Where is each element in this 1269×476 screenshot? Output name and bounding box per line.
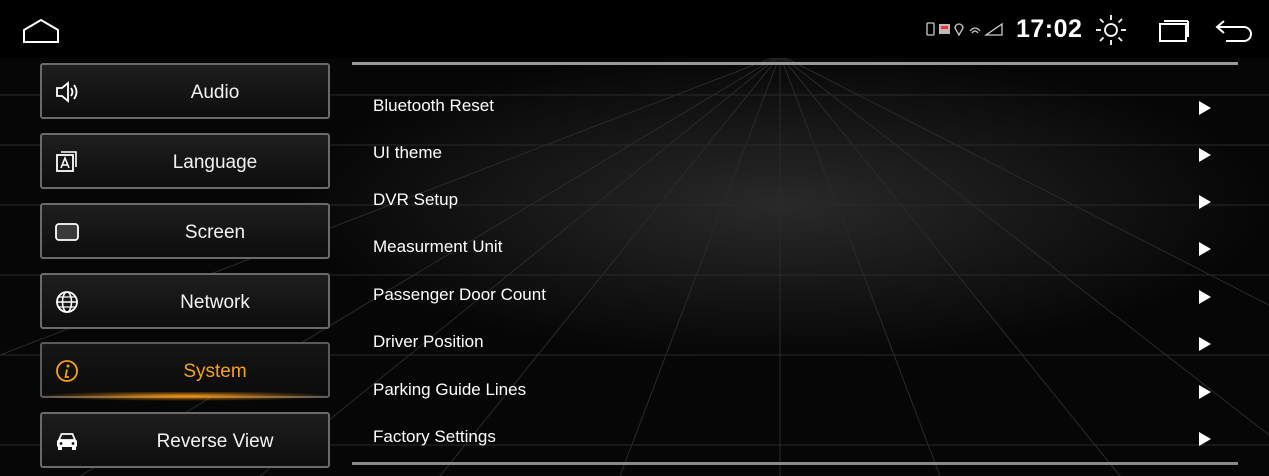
sidebar-item-audio[interactable]: Audio: [40, 63, 330, 119]
settings-item-ui-theme[interactable]: UI theme: [352, 133, 1238, 180]
signal-icon: [983, 22, 1003, 36]
arrow-right-icon: [1199, 385, 1211, 399]
recents-icon[interactable]: [1158, 19, 1190, 43]
sidebar-item-language[interactable]: Language: [40, 133, 330, 189]
location-icon: [954, 23, 964, 36]
wifi-icon: [969, 27, 981, 34]
arrow-right-icon: [1199, 337, 1211, 351]
arrow-right-icon: [1199, 242, 1211, 256]
arrow-right-icon: [1199, 290, 1211, 304]
arrow-right-icon: [1199, 148, 1211, 162]
sidebar-item-reverse-view[interactable]: Reverse View: [40, 412, 330, 468]
sidebar-item-label: Audio: [190, 82, 240, 103]
brightness-icon[interactable]: [1094, 13, 1128, 47]
back-icon[interactable]: [1214, 17, 1256, 43]
car-icon: [57, 433, 77, 450]
arrow-right-icon: [1199, 195, 1211, 209]
sidebar-item-label: Language: [172, 152, 258, 173]
active-indicator: [40, 392, 330, 402]
settings-item-label: Parking Guide Lines: [373, 380, 527, 399]
sidebar-item-label: Screen: [184, 222, 246, 243]
arrow-right-icon: [1199, 101, 1211, 115]
settings-item-driver-position[interactable]: Driver Position: [352, 322, 1238, 369]
settings-item-bluetooth-reset[interactable]: Bluetooth Reset: [352, 86, 1238, 133]
settings-item-label: Factory Settings: [373, 427, 496, 446]
globe-icon: [56, 291, 78, 313]
speaker-icon: [56, 81, 78, 103]
status-bar: 17:02: [0, 0, 1269, 58]
settings-item-label: Passenger Door Count: [373, 285, 546, 304]
language-icon: [56, 151, 77, 172]
settings-item-passenger-door-count[interactable]: Passenger Door Count: [352, 275, 1238, 322]
settings-item-dvr-setup[interactable]: DVR Setup: [352, 180, 1238, 227]
list-top-edge: [352, 62, 1238, 65]
sidebar-item-label: Network: [180, 292, 250, 313]
settings-item-label: DVR Setup: [373, 190, 459, 209]
sim-icon: [926, 22, 935, 36]
sidebar-item-system[interactable]: System: [40, 342, 330, 398]
settings-item-label: Driver Position: [373, 332, 484, 351]
arrow-right-icon: [1199, 432, 1211, 446]
settings-item-factory-settings[interactable]: Factory Settings: [352, 417, 1238, 464]
sidebar-item-label: Reverse View: [156, 431, 274, 452]
settings-item-label: Measurment Unit: [373, 237, 503, 256]
settings-item-label: Bluetooth Reset: [373, 96, 494, 115]
sidebar-item-network[interactable]: Network: [40, 273, 330, 329]
info-icon: [56, 360, 78, 382]
settings-item-parking-guide-lines[interactable]: Parking Guide Lines: [352, 370, 1238, 417]
clock: 17:02: [1016, 15, 1083, 43]
settings-item-measurment-unit[interactable]: Measurment Unit: [352, 227, 1238, 274]
status-indicator-icons: [926, 22, 1003, 36]
home-icon[interactable]: [22, 18, 60, 44]
screen-icon: [55, 223, 79, 241]
list-bottom-edge: [352, 462, 1238, 465]
settings-item-label: UI theme: [373, 143, 442, 162]
sidebar-item-screen[interactable]: Screen: [40, 203, 330, 259]
